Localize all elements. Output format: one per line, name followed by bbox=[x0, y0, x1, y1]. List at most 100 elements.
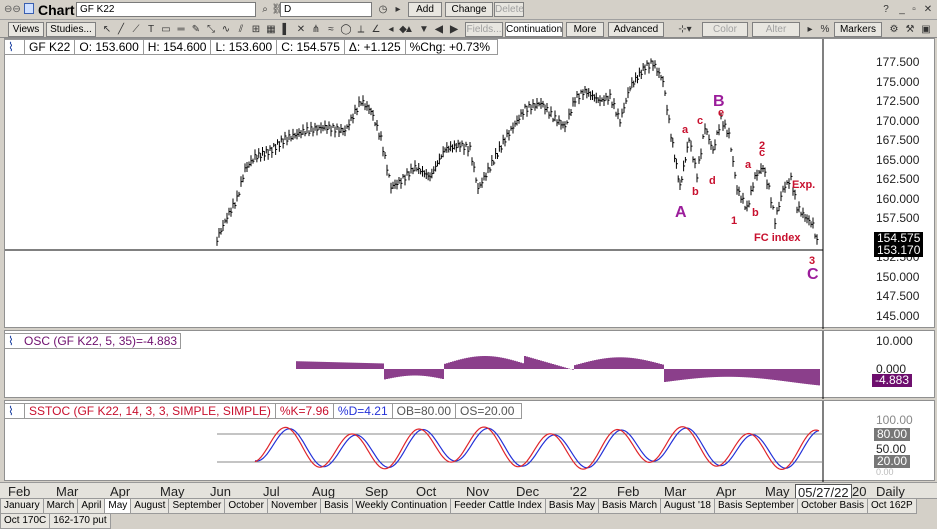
close-icon[interactable]: ✕ bbox=[920, 2, 936, 17]
chart-tab[interactable]: Basis bbox=[320, 499, 353, 514]
chart-toolbar: Views Studies... ↖ ╱ ⟋ T ▭ ═ ✎ ⤡ ∿ ⫽ ⊞ ▦… bbox=[0, 20, 937, 38]
quote-low: L: 153.600 bbox=[210, 40, 276, 54]
wave-label-b2: b bbox=[752, 207, 759, 219]
hline-tool-icon[interactable]: ═ bbox=[173, 22, 189, 37]
price-tick-label: 172.500 bbox=[876, 94, 920, 108]
views-menu[interactable]: Views bbox=[8, 22, 44, 37]
arrow-left-icon[interactable]: ◀ bbox=[431, 22, 447, 37]
date-extra-label: 20 bbox=[852, 484, 867, 499]
price-tick-label: 147.500 bbox=[876, 289, 920, 303]
ellipse-tool-icon[interactable]: ◯ bbox=[338, 22, 354, 37]
wave-label-e1: e bbox=[718, 107, 725, 119]
box-tool-icon[interactable]: ▦ bbox=[263, 22, 279, 37]
draw-tool-icon[interactable]: ✎ bbox=[188, 22, 204, 37]
line-tool-icon[interactable]: ╱ bbox=[113, 22, 129, 37]
date-axis: Feb Mar Apr May Jun Jul Aug Sep Oct Nov Dec '22 Feb M… bbox=[0, 482, 937, 501]
alter-menu[interactable]: Alter bbox=[752, 22, 800, 37]
channel-tool-icon[interactable]: ⫽ bbox=[233, 22, 249, 37]
chart-tab[interactable]: Feeder Cattle Index bbox=[450, 499, 546, 514]
lookup-icon[interactable]: ▸ bbox=[390, 2, 406, 17]
chart-tab[interactable]: April bbox=[77, 499, 106, 514]
chart-tab[interactable]: March bbox=[42, 499, 79, 514]
quote-high: H: 154.600 bbox=[142, 40, 211, 54]
cursor-menu-icon[interactable]: ⊹▾ bbox=[670, 22, 700, 37]
chart-tab[interactable]: November bbox=[266, 499, 322, 514]
price-tick-label: 165.000 bbox=[876, 152, 920, 167]
sstoc-d: %D=4.21 bbox=[332, 404, 392, 418]
fields-button[interactable]: Fields... bbox=[465, 22, 503, 37]
sstoc-tick-0: 0.00 bbox=[876, 467, 894, 477]
save-icon[interactable]: ▣ bbox=[918, 22, 934, 37]
link-icon[interactable]: ⊖⊖ bbox=[4, 4, 21, 15]
nudge-icon[interactable]: ▸ bbox=[802, 22, 818, 37]
stoc-k-line bbox=[254, 426, 820, 471]
price-tick-label: 150.000 bbox=[876, 269, 920, 284]
chart-tabs: January March April May August September Octob… bbox=[0, 498, 937, 529]
chart-tab[interactable]: 162-170 put bbox=[49, 514, 111, 529]
chart-tab[interactable]: January bbox=[0, 499, 44, 514]
settings-icon[interactable]: ⚙ bbox=[886, 22, 902, 37]
add-button[interactable]: Add bbox=[408, 2, 442, 17]
sstoc-chart-icon: ⌇ bbox=[8, 404, 14, 418]
wave-label-c1: c bbox=[697, 115, 704, 127]
advanced-menu[interactable]: Advanced bbox=[608, 22, 664, 37]
clock-icon[interactable]: ◷ bbox=[375, 2, 391, 17]
arrow-down-icon[interactable]: ▼ bbox=[416, 22, 432, 37]
text-tool-icon[interactable]: T bbox=[143, 22, 159, 37]
delete-button[interactable]: Delete bbox=[494, 2, 524, 17]
sstoc-name: SSTOC (GF K22, 14, 3, 3, SIMPLE, SIMPLE) bbox=[24, 404, 275, 418]
quote-symbol: GF K22 bbox=[24, 40, 74, 54]
chart-tab[interactable]: October bbox=[224, 499, 268, 514]
help-icon[interactable]: ? bbox=[878, 2, 894, 17]
date-axis-label: Dec bbox=[516, 484, 540, 499]
cycle-tool-icon[interactable]: ∿ bbox=[218, 22, 234, 37]
wrench-icon[interactable]: ⚒ bbox=[902, 22, 918, 37]
chart-tab[interactable]: Oct 162P bbox=[866, 499, 917, 514]
wave-label-a1: a bbox=[682, 124, 689, 136]
timeframe-input[interactable]: D bbox=[280, 2, 372, 17]
regression-tool-icon[interactable]: ⟂ bbox=[353, 22, 369, 37]
price-tick-label: 162.500 bbox=[876, 172, 920, 186]
osc-chart-icon: ⌇ bbox=[8, 334, 14, 348]
chart-tab[interactable]: Oct 170C bbox=[0, 514, 51, 529]
chart-tab[interactable]: September bbox=[168, 499, 226, 514]
arrow-tool-icon[interactable]: ⤡ bbox=[203, 22, 219, 37]
more-menu[interactable]: More bbox=[566, 22, 604, 37]
wave-tool-icon[interactable]: ≈ bbox=[323, 22, 339, 37]
sstoc-ob: OB=80.00 bbox=[391, 404, 455, 418]
wave-label-1: 1 bbox=[731, 215, 738, 227]
exp-label: Exp. bbox=[792, 179, 816, 191]
wave-label-A: A bbox=[675, 204, 687, 221]
price-tick-label: 157.500 bbox=[876, 211, 920, 225]
chart-tab[interactable]: Basis September bbox=[714, 499, 799, 514]
symbol-input[interactable]: GF K22 bbox=[76, 2, 256, 17]
percent-toggle[interactable]: % bbox=[817, 22, 833, 37]
wave-label-2: 2 bbox=[759, 140, 766, 152]
chart-tab[interactable]: October Basis bbox=[797, 499, 868, 514]
date-axis-label: Aug bbox=[312, 484, 336, 499]
chart-tab[interactable]: August '18 bbox=[660, 499, 715, 514]
period-label[interactable]: Daily bbox=[876, 484, 905, 499]
arrow-right-icon[interactable]: ▶ bbox=[446, 22, 462, 37]
change-button[interactable]: Change bbox=[445, 2, 493, 17]
chart-tab[interactable]: May bbox=[104, 499, 132, 514]
chart-tab[interactable]: Basis March bbox=[598, 499, 662, 514]
chart-tab[interactable]: Weekly Continuation bbox=[351, 499, 452, 514]
angle-tool-icon[interactable]: ∠ bbox=[368, 22, 384, 37]
markers-menu[interactable]: Markers bbox=[834, 22, 882, 37]
pitch-tool-icon[interactable]: ⋔ bbox=[308, 22, 324, 37]
chart-tab[interactable]: Basis May bbox=[544, 499, 600, 514]
studies-button[interactable]: Studies... bbox=[46, 22, 96, 37]
chart-tab[interactable]: August bbox=[130, 499, 170, 514]
continuation-button[interactable]: Continuation bbox=[505, 22, 563, 37]
date-axis-label: Oct bbox=[416, 484, 437, 499]
bar-tool-icon[interactable]: ▌ bbox=[278, 22, 294, 37]
arrow-up-icon[interactable]: ▲ bbox=[401, 22, 417, 37]
date-axis-label: Feb bbox=[617, 484, 640, 499]
ray-tool-icon[interactable]: ⟋ bbox=[128, 22, 144, 37]
zoom-tool-icon[interactable]: ⊞ bbox=[248, 22, 264, 37]
color-menu[interactable]: Color bbox=[702, 22, 748, 37]
osc-value-tag: -4.883 bbox=[872, 374, 913, 387]
gann-tool-icon[interactable]: ✕ bbox=[293, 22, 309, 37]
fib-tool-icon[interactable]: ▭ bbox=[158, 22, 174, 37]
